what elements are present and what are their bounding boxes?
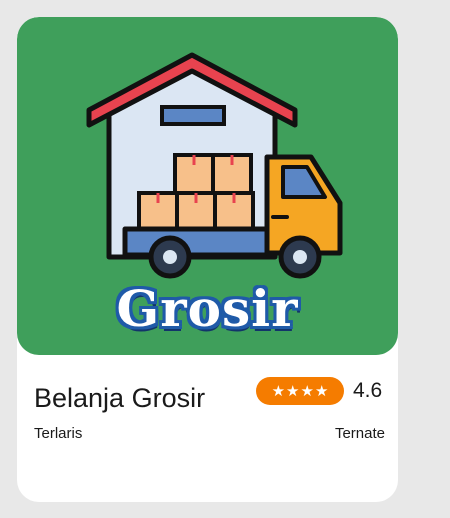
rating-value: 4.6 [353,379,383,402]
app-subtitle: Terlaris [34,425,83,442]
star-icon: ★ [300,381,314,400]
app-banner-image: Grosir [17,17,398,355]
star-icon: ★ [314,381,329,400]
app-title: Belanja Grosir [34,383,206,413]
logo-wordmark: Grosir [116,279,299,338]
app-card[interactable]: Grosir Belanja Grosir ★ ★ ★ ★ 4.6 Terlar… [17,17,398,502]
star-icon: ★ [286,381,300,400]
app-location: Ternate [334,425,385,442]
rating-badge: ★ ★ ★ ★ [256,377,344,405]
star-icon: ★ [271,381,286,400]
